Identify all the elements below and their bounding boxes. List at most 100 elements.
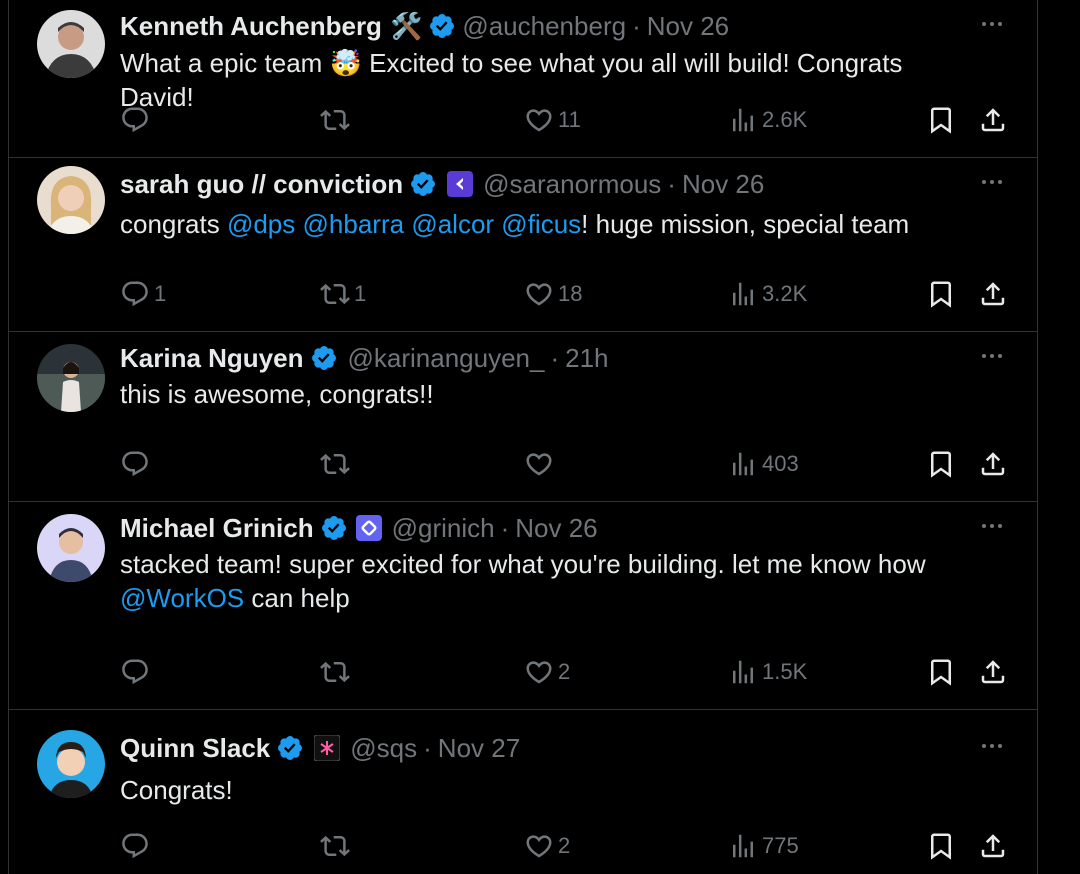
- reply-tweet[interactable]: Kenneth Auchenberg 🛠️ @auchenberg · Nov …: [9, 0, 1037, 158]
- avatar[interactable]: [37, 514, 105, 582]
- author-handle[interactable]: @karinanguyen_: [348, 343, 545, 374]
- separator: ·: [500, 512, 510, 543]
- retweet-icon: [320, 831, 350, 861]
- bookmark-icon: [926, 657, 956, 687]
- retweet-icon: [320, 449, 350, 479]
- more-icon[interactable]: [977, 346, 1007, 366]
- bookmark-button[interactable]: [926, 828, 956, 864]
- reply-button[interactable]: 1: [120, 276, 166, 312]
- retweet-button[interactable]: [320, 102, 354, 138]
- action-bar: 1 1 18 3.2K: [120, 276, 1020, 312]
- author-name[interactable]: Kenneth Auchenberg: [120, 11, 382, 42]
- retweet-icon: [320, 105, 350, 135]
- separator: ·: [667, 168, 676, 199]
- author-handle[interactable]: @sqs: [350, 733, 417, 764]
- affiliate-badge-icon: [355, 515, 382, 541]
- reply-button[interactable]: [120, 654, 154, 690]
- bookmark-button[interactable]: [926, 654, 956, 690]
- share-icon: [978, 831, 1008, 861]
- avatar[interactable]: [37, 730, 105, 798]
- heart-icon: [524, 657, 554, 687]
- reply-button[interactable]: [120, 828, 154, 864]
- affiliate-badge-icon: [314, 735, 341, 761]
- views-icon: [728, 105, 758, 135]
- heart-icon: [524, 831, 554, 861]
- like-button[interactable]: 2: [524, 654, 570, 690]
- bookmark-button[interactable]: [926, 276, 956, 312]
- share-icon: [978, 449, 1008, 479]
- avatar[interactable]: [37, 166, 105, 234]
- mention-link[interactable]: @WorkOS: [120, 583, 244, 613]
- views-button[interactable]: 3.2K: [728, 276, 807, 312]
- avatar[interactable]: [37, 344, 105, 412]
- author-name[interactable]: Quinn Slack: [120, 733, 270, 764]
- views-button[interactable]: 1.5K: [728, 654, 807, 690]
- author-handle[interactable]: @auchenberg: [462, 11, 626, 42]
- affiliate-badge-icon: [447, 171, 474, 197]
- author-name[interactable]: sarah guo // conviction: [120, 169, 403, 200]
- share-button[interactable]: [978, 446, 1008, 482]
- share-button[interactable]: [978, 654, 1008, 690]
- action-bar: 403: [120, 446, 1020, 482]
- reply-button[interactable]: [120, 102, 154, 138]
- reply-icon: [120, 831, 150, 861]
- heart-icon: [524, 279, 554, 309]
- share-button[interactable]: [978, 828, 1008, 864]
- timestamp[interactable]: Nov 26: [682, 169, 764, 200]
- mention-link[interactable]: @dps: [227, 209, 295, 239]
- more-icon[interactable]: [977, 172, 1007, 192]
- retweet-button[interactable]: [320, 828, 354, 864]
- views-icon: [728, 657, 758, 687]
- views-button[interactable]: 403: [728, 446, 799, 482]
- reply-icon: [120, 279, 150, 309]
- reply-tweet[interactable]: Quinn Slack @sqs · Nov 27 Congrats! 2 77…: [9, 710, 1037, 874]
- like-button[interactable]: 18: [524, 276, 582, 312]
- more-icon[interactable]: [977, 14, 1007, 34]
- bookmark-icon: [926, 831, 956, 861]
- author-handle[interactable]: @grinich: [392, 513, 495, 544]
- author-name[interactable]: Michael Grinich: [120, 513, 314, 544]
- retweet-icon: [320, 279, 350, 309]
- like-button[interactable]: 2: [524, 828, 570, 864]
- reply-thread: Kenneth Auchenberg 🛠️ @auchenberg · Nov …: [8, 0, 1038, 874]
- reply-tweet[interactable]: sarah guo // conviction @saranormous · N…: [9, 158, 1037, 332]
- more-icon[interactable]: [977, 516, 1007, 536]
- retweet-icon: [320, 657, 350, 687]
- views-button[interactable]: 2.6K: [728, 102, 807, 138]
- reply-tweet[interactable]: Karina Nguyen @karinanguyen_ · 21h this …: [9, 332, 1037, 502]
- tools-emoji: 🛠️: [389, 10, 423, 41]
- like-button[interactable]: 11: [524, 102, 581, 138]
- avatar[interactable]: [37, 10, 105, 78]
- share-button[interactable]: [978, 276, 1008, 312]
- author-name[interactable]: Karina Nguyen: [120, 343, 304, 374]
- retweet-button[interactable]: [320, 654, 354, 690]
- mention-link[interactable]: @hbarra: [303, 209, 405, 239]
- action-bar: 2 775: [120, 828, 1020, 864]
- timestamp[interactable]: Nov 26: [647, 11, 729, 42]
- mention-link[interactable]: @alcor: [411, 209, 494, 239]
- share-button[interactable]: [978, 102, 1008, 138]
- timestamp[interactable]: Nov 27: [438, 733, 520, 764]
- reply-icon: [120, 657, 150, 687]
- reply-tweet[interactable]: Michael Grinich @grinich · Nov 26 stacke…: [9, 502, 1037, 710]
- retweet-button[interactable]: [320, 446, 354, 482]
- bookmark-button[interactable]: [926, 446, 956, 482]
- author-handle[interactable]: @saranormous: [483, 169, 661, 200]
- bookmark-icon: [926, 279, 956, 309]
- reply-icon: [120, 449, 150, 479]
- views-icon: [728, 279, 758, 309]
- more-icon[interactable]: [977, 736, 1007, 756]
- like-button[interactable]: [524, 446, 558, 482]
- views-button[interactable]: 775: [728, 828, 799, 864]
- reply-button[interactable]: [120, 446, 154, 482]
- verified-badge-icon: [320, 514, 348, 542]
- verified-badge-icon: [428, 12, 456, 40]
- timestamp[interactable]: 21h: [565, 343, 608, 374]
- bookmark-button[interactable]: [926, 102, 956, 138]
- views-icon: [728, 831, 758, 861]
- action-bar: 2 1.5K: [120, 654, 1020, 690]
- timestamp[interactable]: Nov 26: [515, 513, 597, 544]
- mention-link[interactable]: @ficus: [501, 209, 581, 239]
- tweet-text: stacked team! super excited for what you…: [120, 549, 926, 613]
- retweet-button[interactable]: 1: [320, 276, 366, 312]
